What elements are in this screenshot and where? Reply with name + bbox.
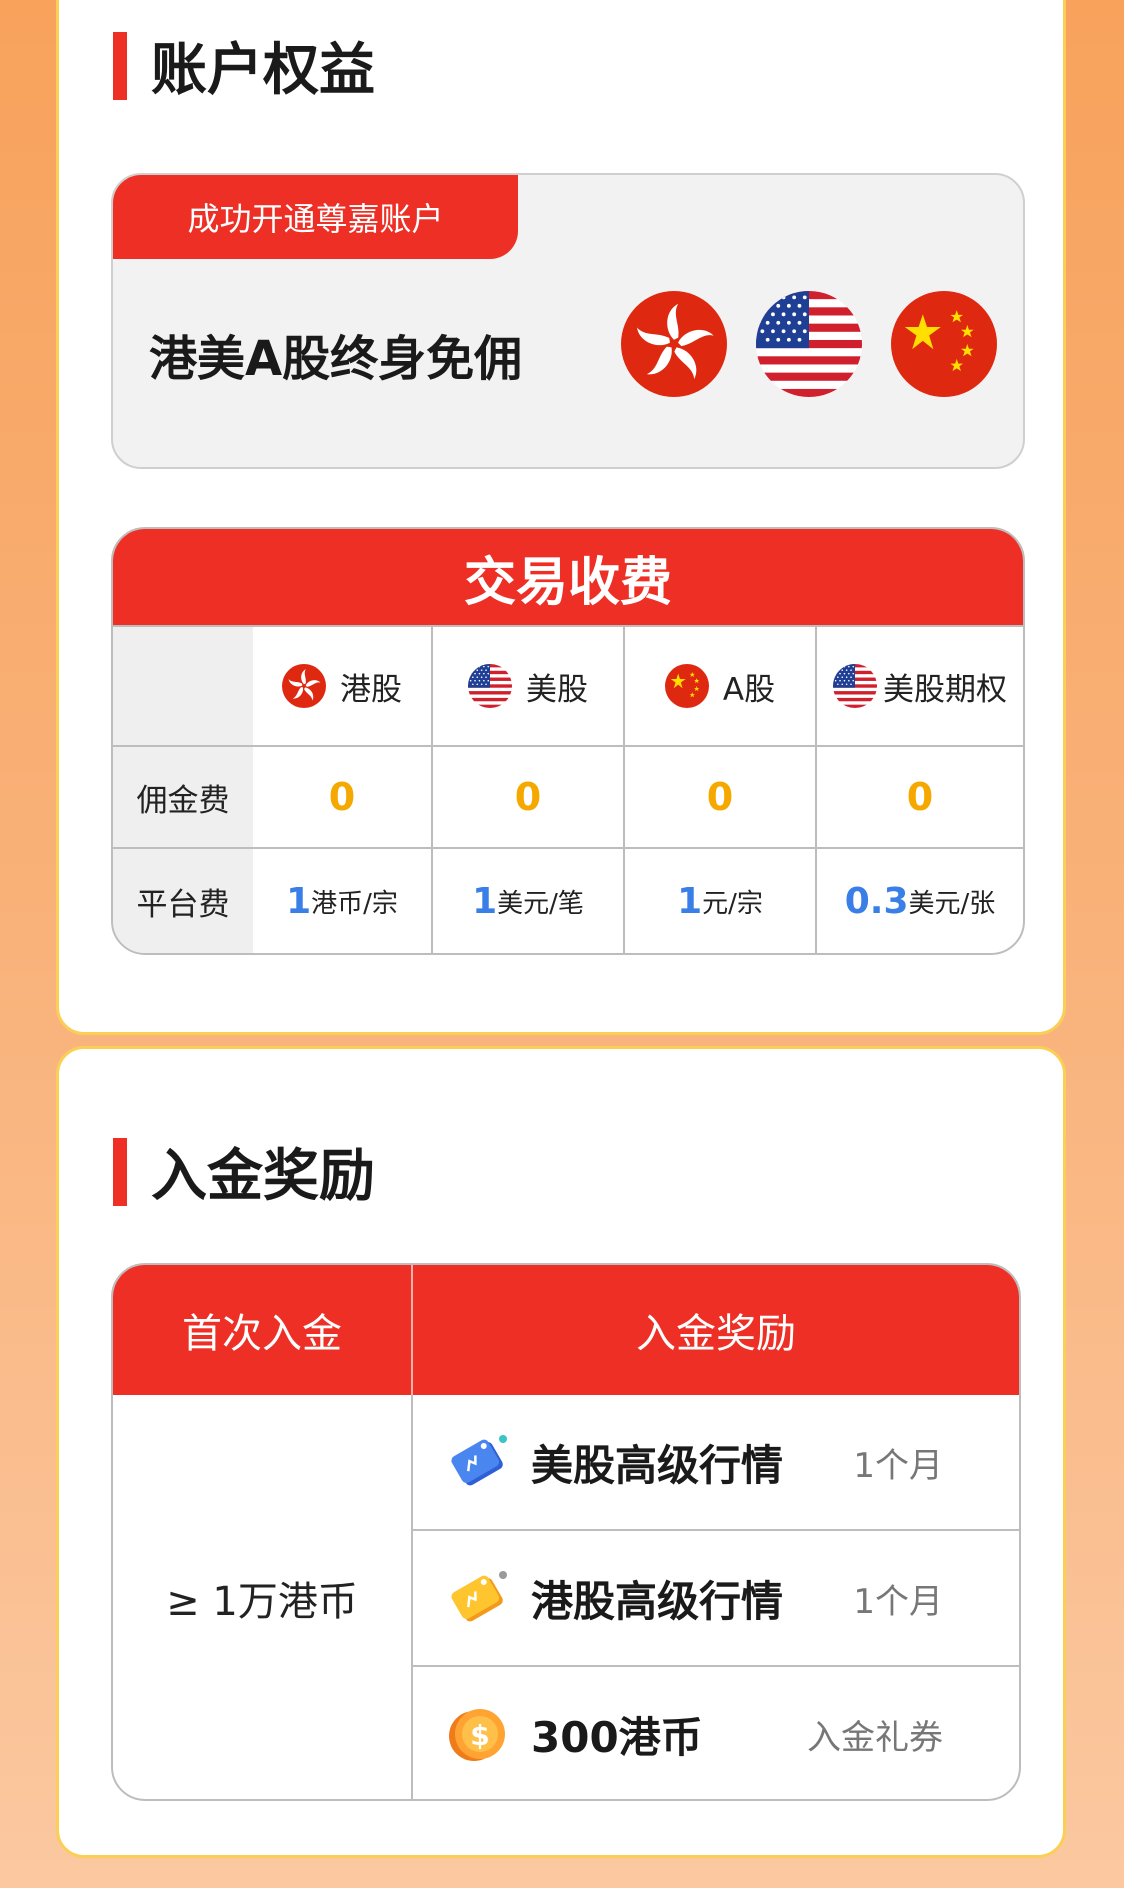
- deposit-threshold: ≥ 1万港币: [113, 1395, 413, 1799]
- svg-text:$: $: [470, 1719, 489, 1752]
- yellow-tag-icon: [451, 1571, 507, 1622]
- china-flag-icon: [891, 291, 997, 397]
- us-flag-icon: [468, 664, 512, 708]
- us-flag-icon: [756, 291, 862, 397]
- platform-fee-options-value: 0.3 美元/张: [844, 880, 996, 922]
- hong-kong-flag-icon: [621, 291, 727, 397]
- account-opened-tag: 成功开通尊嘉账户: [113, 175, 518, 259]
- us-flag-icon: [833, 664, 877, 708]
- reward-row-us-quotes: 美股高级行情 1个月: [413, 1395, 1019, 1531]
- column-a-share: A股: [625, 627, 817, 747]
- platform-fee-us-value: 1 美元/笔: [433, 849, 625, 953]
- fee-table-title: 交易收费: [113, 529, 1023, 627]
- trading-fee-table: 交易收费 港股 美股 A股 美股期权 佣金费 0 0 0 0 平台费 1 港币/…: [111, 527, 1025, 955]
- column-us-options: 美股期权: [817, 627, 1023, 747]
- commission-a-value: 0: [625, 747, 817, 849]
- reward-row-coupon: $ 300港币 入金礼券: [413, 1667, 1019, 1799]
- commission-hk-value: 0: [253, 747, 433, 849]
- commission-us-value: 0: [433, 747, 625, 849]
- account-benefits-heading: 账户权益: [113, 25, 375, 106]
- heading-accent-bar: [113, 1137, 127, 1206]
- column-hk-stock: 港股: [253, 627, 433, 747]
- row-label-commission: 佣金费: [113, 747, 253, 849]
- column-us-stock: 美股: [433, 627, 625, 747]
- china-flag-icon: [665, 664, 709, 708]
- deposit-reward-table: 首次入金 入金奖励 ≥ 1万港币 美股高级行情 1个月 港股高级行情 1个月 $…: [111, 1263, 1021, 1801]
- deposit-rewards-card: 入金奖励 首次入金 入金奖励 ≥ 1万港币 美股高级行情 1个月 港股高级行情 …: [56, 1046, 1066, 1858]
- row-label-platform-fee: 平台费: [113, 849, 253, 953]
- deposit-reward-header: 入金奖励: [636, 1311, 796, 1357]
- hong-kong-flag-icon: [282, 664, 326, 708]
- commission-options-value: 0: [817, 747, 1023, 849]
- heading-accent-bar: [113, 31, 127, 100]
- account-status-box: 成功开通尊嘉账户 港美A股终身免佣: [111, 173, 1025, 469]
- deposit-rewards-heading: 入金奖励: [113, 1131, 375, 1212]
- reward-row-hk-quotes: 港股高级行情 1个月: [413, 1531, 1019, 1667]
- platform-fee-a-value: 1 元/宗: [625, 849, 817, 953]
- coin-icon: $: [449, 1709, 505, 1761]
- platform-fee-hk-value: 1 港币/宗: [253, 849, 433, 953]
- account-benefits-card: 账户权益 成功开通尊嘉账户 港美A股终身免佣 交易收费 港股 美股 A股 美股期…: [56, 0, 1066, 1035]
- commission-free-headline: 港美A股终身免佣: [149, 331, 523, 387]
- fee-header-empty-cell: [113, 627, 253, 747]
- first-deposit-header: 首次入金: [113, 1265, 413, 1395]
- blue-tag-icon: [451, 1435, 507, 1486]
